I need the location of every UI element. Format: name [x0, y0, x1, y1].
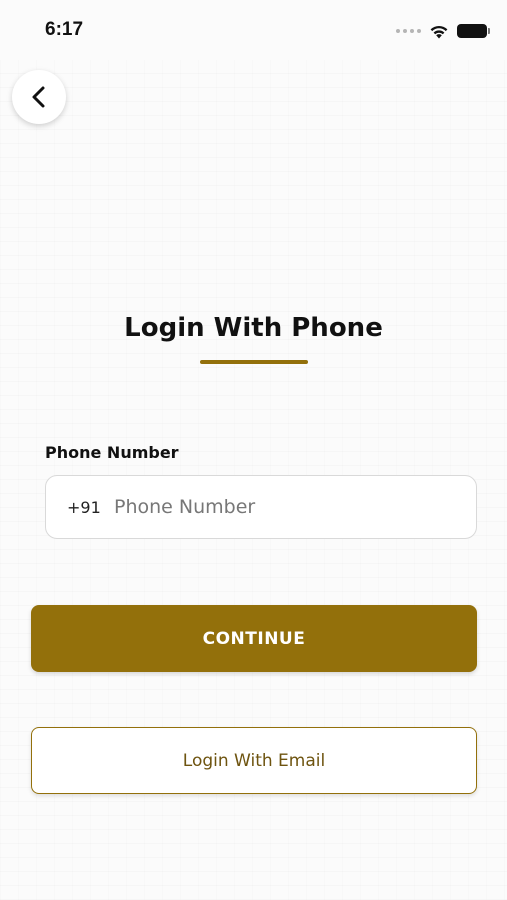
phone-field[interactable]: +91 — [45, 475, 477, 539]
title-underline — [200, 360, 308, 364]
wifi-icon — [430, 25, 448, 38]
page-title: Login With Phone — [124, 313, 383, 343]
chevron-left-icon — [32, 86, 45, 108]
status-time: 6:17 — [45, 19, 84, 40]
country-code[interactable]: +91 — [67, 498, 101, 517]
phone-number-input[interactable] — [114, 496, 444, 518]
status-icons — [396, 20, 490, 42]
signal-dots-icon — [396, 29, 421, 33]
battery-icon — [457, 24, 490, 38]
login-with-email-button[interactable]: Login With Email — [31, 727, 477, 794]
status-bar: 6:17 — [0, 0, 507, 60]
continue-button[interactable]: CONTINUE — [31, 605, 477, 672]
back-button[interactable] — [12, 70, 66, 124]
login-screen: 6:17 Login With Phone Phone Number +91 C… — [0, 0, 507, 900]
phone-number-label: Phone Number — [45, 443, 179, 462]
